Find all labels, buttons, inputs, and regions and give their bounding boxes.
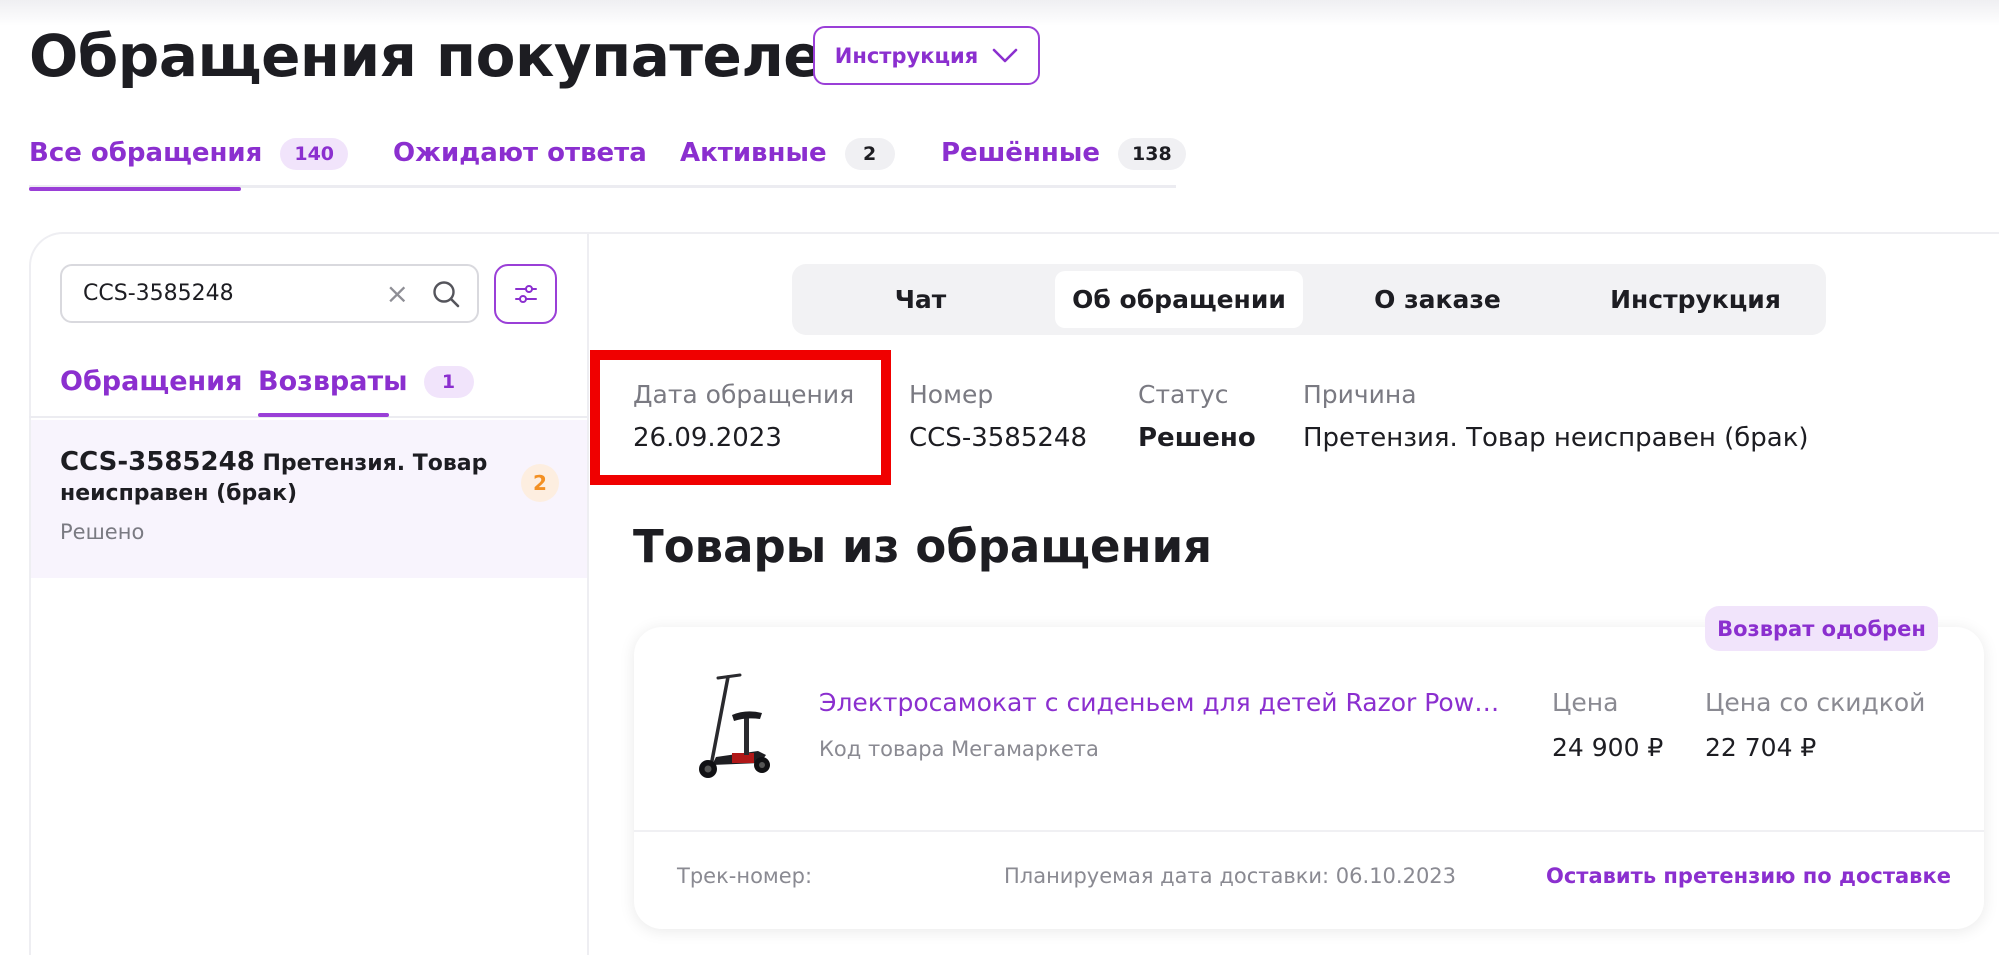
tab-label: Ожидают ответа [393,138,647,168]
info-status: Статус Решено [1138,380,1256,453]
sliders-icon [514,285,537,303]
unread-badge: 2 [521,464,559,502]
product-name-link[interactable]: Электросамокат с сиденьем для детей Razo… [819,688,1509,717]
products-section-title: Товары из обращения [633,520,1213,573]
page-title: Обращения покупателей [29,22,863,90]
info-status-value: Решено [1138,423,1256,453]
tab-all-requests[interactable]: Все обращения 140 [29,128,349,191]
subtab-label: Возвраты [258,366,408,397]
scooter-image [699,673,770,778]
chevron-down-icon [992,48,1018,62]
track-number-label: Трек-номер: [677,864,813,888]
tab-label: Активные [680,138,827,168]
discount-price-block: Цена со скидкой 22 704 ₽ [1705,688,1925,762]
sidebar-tabs: Обращения Возвраты 1 [29,366,587,418]
search-icon[interactable] [431,279,461,309]
segment-chat[interactable]: Чат [792,271,1049,328]
info-reason-label: Причина [1303,380,1417,409]
subtab-returns[interactable]: Возвраты 1 [258,366,474,417]
segment-about-request[interactable]: Об обращении [1055,271,1303,328]
delivery-claim-link[interactable]: Оставить претензию по доставке [1546,864,1951,888]
price-block: Цена 24 900 ₽ [1552,688,1663,762]
tab-label: Все обращения [29,138,263,168]
highlight-box [590,350,891,485]
info-reason: Причина Претензия. Товар неисправен (бра… [1303,380,1809,453]
close-icon[interactable]: × [386,279,409,308]
segment-about-order[interactable]: О заказе [1310,271,1565,328]
price-label: Цена [1552,688,1619,717]
requests-sidebar [29,232,589,955]
info-number: Номер CCS-3585248 [909,380,1087,453]
info-number-label: Номер [909,380,994,409]
product-code: Код товара Мегамаркета [819,737,1099,761]
content-top-border [589,232,1999,234]
planned-delivery-date: Планируемая дата доставки: 06.10.2023 [1004,864,1457,888]
info-reason-value: Претензия. Товар неисправен (брак) [1303,423,1809,453]
price-value: 24 900 ₽ [1552,733,1664,762]
subtab-label: Обращения [60,366,243,397]
tab-active[interactable]: Активные 2 [680,128,895,188]
instruction-dropdown-button[interactable]: Инструкция [813,26,1040,85]
list-item-status: Решено [60,520,145,544]
search-value[interactable]: CCS-3585248 [83,281,386,306]
discount-price-value: 22 704 ₽ [1705,733,1817,762]
tab-resolved[interactable]: Решённые 138 [941,128,1186,188]
list-item-title: CCS-3585248 Претензия. Товар неисправен … [60,447,500,509]
list-item-number: CCS-3585248 [60,447,255,477]
detail-segment-control: Чат Об обращении О заказе Инструкция [792,264,1826,335]
search-input[interactable]: CCS-3585248 × [60,264,479,323]
instruction-label: Инструкция [834,43,979,68]
subtab-requests[interactable]: Обращения [60,366,242,397]
info-number-value: CCS-3585248 [909,423,1087,453]
discount-price-label: Цена со скидкой [1705,688,1926,717]
segment-instruction[interactable]: Инструкция [1568,271,1823,328]
tab-count: 138 [1118,138,1186,170]
subtab-count: 1 [423,366,474,398]
tab-count: 140 [280,138,349,170]
request-list-item[interactable]: CCS-3585248 Претензия. Товар неисправен … [31,420,587,578]
panel-divider [587,232,589,955]
return-approved-badge: Возврат одобрен [1705,606,1938,651]
tab-awaiting-reply[interactable]: Ожидают ответа [393,128,647,188]
tab-label: Решённые [941,138,1101,168]
info-status-label: Статус [1138,380,1229,409]
tab-count: 2 [844,138,895,170]
card-divider [634,830,1984,832]
main-tabs: Все обращения 140 Ожидают ответа Активны… [29,128,1186,191]
filter-button[interactable] [494,264,557,324]
